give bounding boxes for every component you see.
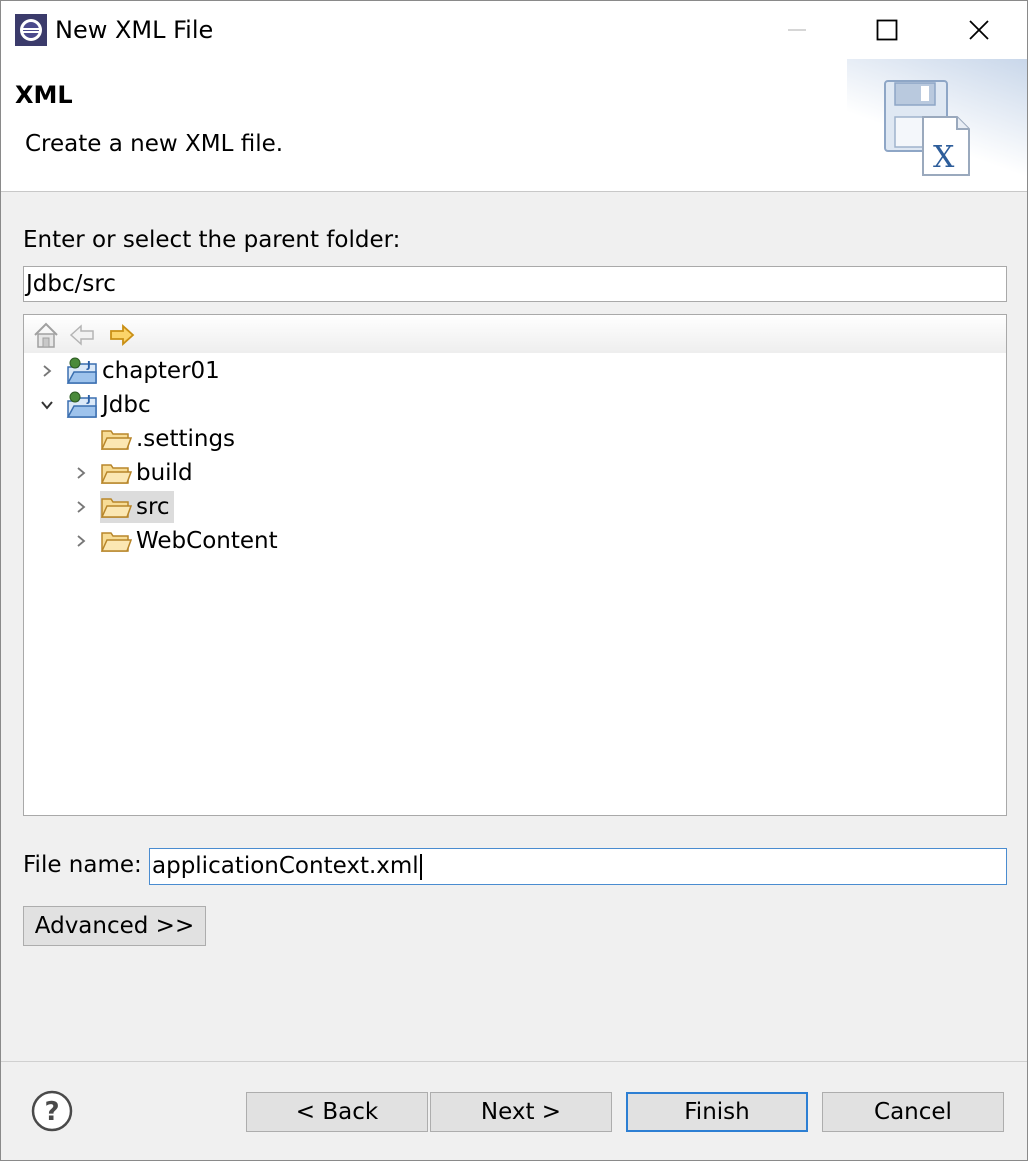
home-icon[interactable]	[32, 321, 60, 349]
selection-highlight: src	[100, 491, 174, 523]
svg-text:J: J	[86, 360, 91, 371]
close-button[interactable]	[933, 1, 1025, 59]
file-name-value: applicationContext.xml	[152, 853, 419, 879]
twisty-spacer	[70, 428, 92, 450]
footer-separator	[1, 1061, 1027, 1062]
tree-item-jdbc[interactable]: J Jdbc	[36, 389, 151, 421]
tree-item-settings[interactable]: .settings	[70, 423, 235, 455]
folder-icon	[100, 430, 132, 450]
tree-toolbar	[24, 315, 1006, 353]
tree-item-label: .settings	[136, 426, 236, 452]
svg-text:X: X	[933, 140, 955, 175]
cancel-button[interactable]: Cancel	[822, 1092, 1004, 1132]
wizard-banner: XML Create a new XML file. X	[1, 59, 1027, 192]
chevron-right-icon[interactable]	[36, 360, 58, 382]
chevron-down-icon[interactable]	[36, 394, 58, 416]
maximize-button[interactable]	[841, 1, 933, 59]
minimize-button[interactable]	[751, 1, 843, 59]
eclipse-icon	[15, 14, 47, 46]
text-caret	[419, 853, 422, 880]
parent-folder-label: Enter or select the parent folder:	[23, 227, 401, 253]
back-arrow-icon[interactable]	[68, 321, 96, 349]
file-name-input[interactable]: applicationContext.xml	[149, 848, 1007, 885]
banner-title: XML	[15, 81, 73, 109]
advanced-button[interactable]: Advanced >>	[23, 906, 206, 946]
maximize-icon	[876, 19, 898, 41]
title-bar: New XML File	[1, 1, 1027, 59]
svg-text:?: ?	[44, 1097, 59, 1127]
folder-icon	[100, 532, 132, 552]
banner-message: Create a new XML file.	[25, 131, 284, 157]
tree-item-label: src	[136, 494, 170, 520]
chevron-right-icon[interactable]	[70, 462, 92, 484]
window-title: New XML File	[55, 16, 214, 44]
tree-item-build[interactable]: build	[70, 457, 193, 489]
folder-tree[interactable]: J chapter01 J Jdbc .settings build src W…	[23, 314, 1007, 816]
finish-button[interactable]: Finish	[626, 1092, 808, 1132]
close-icon	[969, 20, 989, 40]
tree-item-label: build	[136, 460, 193, 486]
new-xml-file-wizard-icon: X	[884, 80, 970, 176]
project-icon: J	[66, 357, 97, 384]
folder-icon	[100, 464, 132, 484]
parent-folder-input[interactable]: Jdbc/src	[23, 266, 1007, 302]
new-xml-file-dialog: New XML File XML Create a new XML file. …	[0, 0, 1028, 1161]
tree-item-label: WebContent	[136, 528, 278, 554]
project-icon: J	[66, 391, 97, 418]
svg-text:J: J	[86, 394, 91, 405]
tree-item-chapter01[interactable]: J chapter01	[36, 355, 220, 387]
next-button[interactable]: Next >	[430, 1092, 612, 1132]
help-icon[interactable]: ?	[31, 1090, 73, 1132]
tree-item-label: Jdbc	[102, 392, 151, 418]
folder-icon	[100, 498, 132, 518]
tree-item-label: chapter01	[102, 358, 220, 384]
file-name-label: File name:	[23, 852, 142, 878]
minimize-icon	[788, 29, 806, 31]
tree-item-webcontent[interactable]: WebContent	[70, 525, 278, 557]
chevron-right-icon[interactable]	[70, 496, 92, 518]
back-button[interactable]: < Back	[246, 1092, 428, 1132]
forward-arrow-icon[interactable]	[108, 321, 136, 349]
chevron-right-icon[interactable]	[70, 530, 92, 552]
tree-item-src[interactable]: src	[70, 491, 174, 523]
